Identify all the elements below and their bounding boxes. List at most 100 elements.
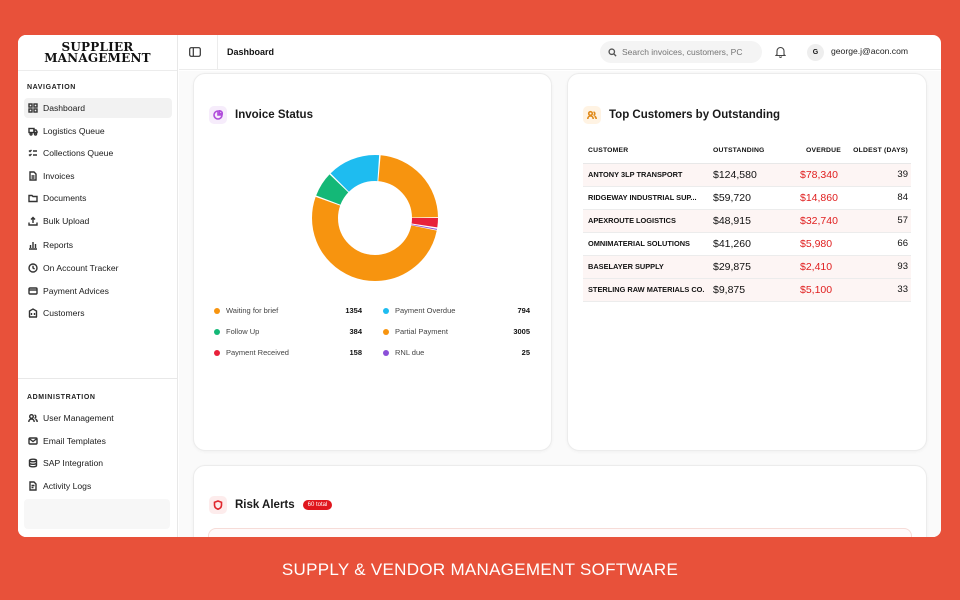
top-customers-card: Top Customers by Outstanding CUSTOMER OU… xyxy=(567,73,927,451)
sidebar: SUPPLIER MANAGEMENT NAVIGATION Dashboard… xyxy=(18,35,178,537)
sidebar-item-label: Payment Advices xyxy=(43,286,109,296)
legend-dot xyxy=(214,328,220,335)
file-icon xyxy=(28,171,38,181)
sidebar-item-label: User Management xyxy=(43,413,114,423)
customer-name: APEXROUTE LOGISTICS xyxy=(583,209,713,233)
bar-chart-icon xyxy=(28,240,38,250)
logo-line-2: MANAGEMENT xyxy=(44,50,151,65)
sidebar-item-dashboard[interactable]: Dashboard xyxy=(24,98,172,118)
legend-label: Follow Up xyxy=(226,327,260,336)
legend-label: Waiting for brief xyxy=(226,306,279,315)
avatar[interactable]: G xyxy=(807,44,824,61)
risk-alert-list xyxy=(208,528,912,537)
legend-label: Partial Payment xyxy=(395,327,448,336)
legend-item[interactable]: Payment Overdue xyxy=(383,306,455,315)
sidebar-item-label: Reports xyxy=(43,240,74,250)
sidebar-item-label: Customers xyxy=(43,308,85,318)
legend-value: 384 xyxy=(349,327,362,336)
page-title: Dashboard xyxy=(227,47,275,57)
user-email[interactable]: george.j@acon.com xyxy=(831,46,908,56)
sidebar-item-label: Logistics Queue xyxy=(43,126,105,136)
risk-alerts-card: Risk Alerts 60 total xyxy=(193,465,927,537)
page-caption: SUPPLY & VENDOR MANAGEMENT SOFTWARE xyxy=(281,560,679,579)
card-title: Top Customers by Outstanding xyxy=(609,109,781,121)
pie-chart-icon xyxy=(209,106,227,124)
legend-dot xyxy=(214,307,220,314)
credit-card-icon xyxy=(28,286,38,296)
outstanding-amount: $29,875 xyxy=(713,255,800,279)
legend-label: Payment Received xyxy=(226,348,289,357)
search-icon xyxy=(608,47,617,57)
sidebar-item-collections-queue[interactable]: Collections Queue xyxy=(24,143,172,163)
table-row[interactable]: STERLING RAW MATERIALS CO. $9,875 $5,100… xyxy=(583,278,911,302)
invoice-status-donut[interactable] xyxy=(305,148,445,288)
clock-icon xyxy=(28,263,38,273)
legend-item[interactable]: RNL due xyxy=(383,348,424,357)
oldest-days: 33 xyxy=(847,278,911,302)
sidebar-item-documents[interactable]: Documents xyxy=(24,188,172,208)
legend-item[interactable]: Waiting for brief xyxy=(214,306,278,315)
admin-heading: ADMINISTRATION xyxy=(27,394,96,401)
col-outstanding[interactable]: OUTSTANDING xyxy=(713,138,800,164)
overdue-amount: $32,740 xyxy=(800,209,847,233)
sidebar-toggle-icon[interactable] xyxy=(189,47,201,57)
app-window: SUPPLIER MANAGEMENT NAVIGATION Dashboard… xyxy=(18,35,941,537)
outstanding-amount: $59,720 xyxy=(713,186,800,210)
app-logo[interactable]: SUPPLIER MANAGEMENT xyxy=(18,35,177,71)
legend-item[interactable]: Partial Payment xyxy=(383,327,448,336)
legend-value: 25 xyxy=(521,348,530,357)
bell-icon[interactable] xyxy=(775,46,786,58)
sidebar-item-activity-logs[interactable]: Activity Logs xyxy=(24,476,172,496)
customer-name: RIDGEWAY INDUSTRIAL SUP... xyxy=(583,186,713,210)
oldest-days: 57 xyxy=(847,209,911,233)
mail-icon xyxy=(28,436,38,446)
card-title: Risk Alerts xyxy=(235,499,295,511)
table-row[interactable]: BASELAYER SUPPLY $29,875 $2,410 93 xyxy=(583,255,911,279)
sidebar-item-bulk-upload[interactable]: Bulk Upload xyxy=(24,211,172,231)
table-row[interactable]: ANTONY 3LP TRANSPORT $124,580 $78,340 39 xyxy=(583,163,911,187)
overdue-amount: $5,980 xyxy=(800,232,847,256)
sidebar-item-email-templates[interactable]: Email Templates xyxy=(24,431,172,451)
customer-name: OMNIMATERIAL SOLUTIONS xyxy=(583,232,713,256)
sidebar-item-user-management[interactable]: User Management xyxy=(24,408,172,428)
list-check-icon xyxy=(28,148,38,158)
search-box[interactable] xyxy=(600,41,762,63)
sidebar-item-label: SAP Integration xyxy=(43,458,104,468)
legend-value: 1354 xyxy=(345,306,362,315)
sidebar-item-customers[interactable]: Customers xyxy=(24,303,172,323)
sidebar-item-on-account-tracker[interactable]: On Account Tracker xyxy=(24,258,172,278)
sidebar-item-label: Email Templates xyxy=(43,436,106,446)
users-icon xyxy=(28,413,38,423)
legend-item[interactable]: Payment Received xyxy=(214,348,289,357)
col-oldest-days[interactable]: OLDEST (DAYS) xyxy=(847,138,911,164)
sidebar-item-label: Bulk Upload xyxy=(43,216,90,226)
outstanding-amount: $124,580 xyxy=(713,163,800,187)
sidebar-item-payment-advices[interactable]: Payment Advices xyxy=(24,281,172,301)
customer-name: STERLING RAW MATERIALS CO. xyxy=(583,278,713,302)
sidebar-item-label: On Account Tracker xyxy=(43,263,119,273)
nav-heading: NAVIGATION xyxy=(27,84,76,91)
sidebar-footer xyxy=(24,499,170,529)
legend-label: RNL due xyxy=(395,348,425,357)
table-row[interactable]: OMNIMATERIAL SOLUTIONS $41,260 $5,980 66 xyxy=(583,232,911,256)
legend-item[interactable]: Follow Up xyxy=(214,327,259,336)
risk-alerts-header: Risk Alerts 60 total xyxy=(209,496,333,514)
header-divider xyxy=(217,35,218,70)
sidebar-item-label: Dashboard xyxy=(43,103,86,113)
legend-value: 3005 xyxy=(513,327,530,336)
search-input[interactable] xyxy=(622,47,762,57)
overdue-amount: $78,340 xyxy=(800,163,847,187)
legend-dot xyxy=(383,349,389,356)
col-customer[interactable]: CUSTOMER xyxy=(583,138,713,164)
table-row[interactable]: RIDGEWAY INDUSTRIAL SUP... $59,720 $14,8… xyxy=(583,186,911,210)
legend-dot xyxy=(214,349,220,356)
top-header: Dashboard G george.j@acon.com xyxy=(179,35,941,70)
legend-value: 158 xyxy=(349,348,362,357)
table-row[interactable]: APEXROUTE LOGISTICS $48,915 $32,740 57 xyxy=(583,209,911,233)
col-overdue[interactable]: OVERDUE xyxy=(800,138,847,164)
sidebar-item-logistics-queue[interactable]: Logistics Queue xyxy=(24,121,172,141)
sidebar-item-sap-integration[interactable]: SAP Integration xyxy=(24,453,172,473)
legend-dot xyxy=(383,328,389,335)
sidebar-item-reports[interactable]: Reports xyxy=(24,235,172,255)
sidebar-item-invoices[interactable]: Invoices xyxy=(24,166,172,186)
